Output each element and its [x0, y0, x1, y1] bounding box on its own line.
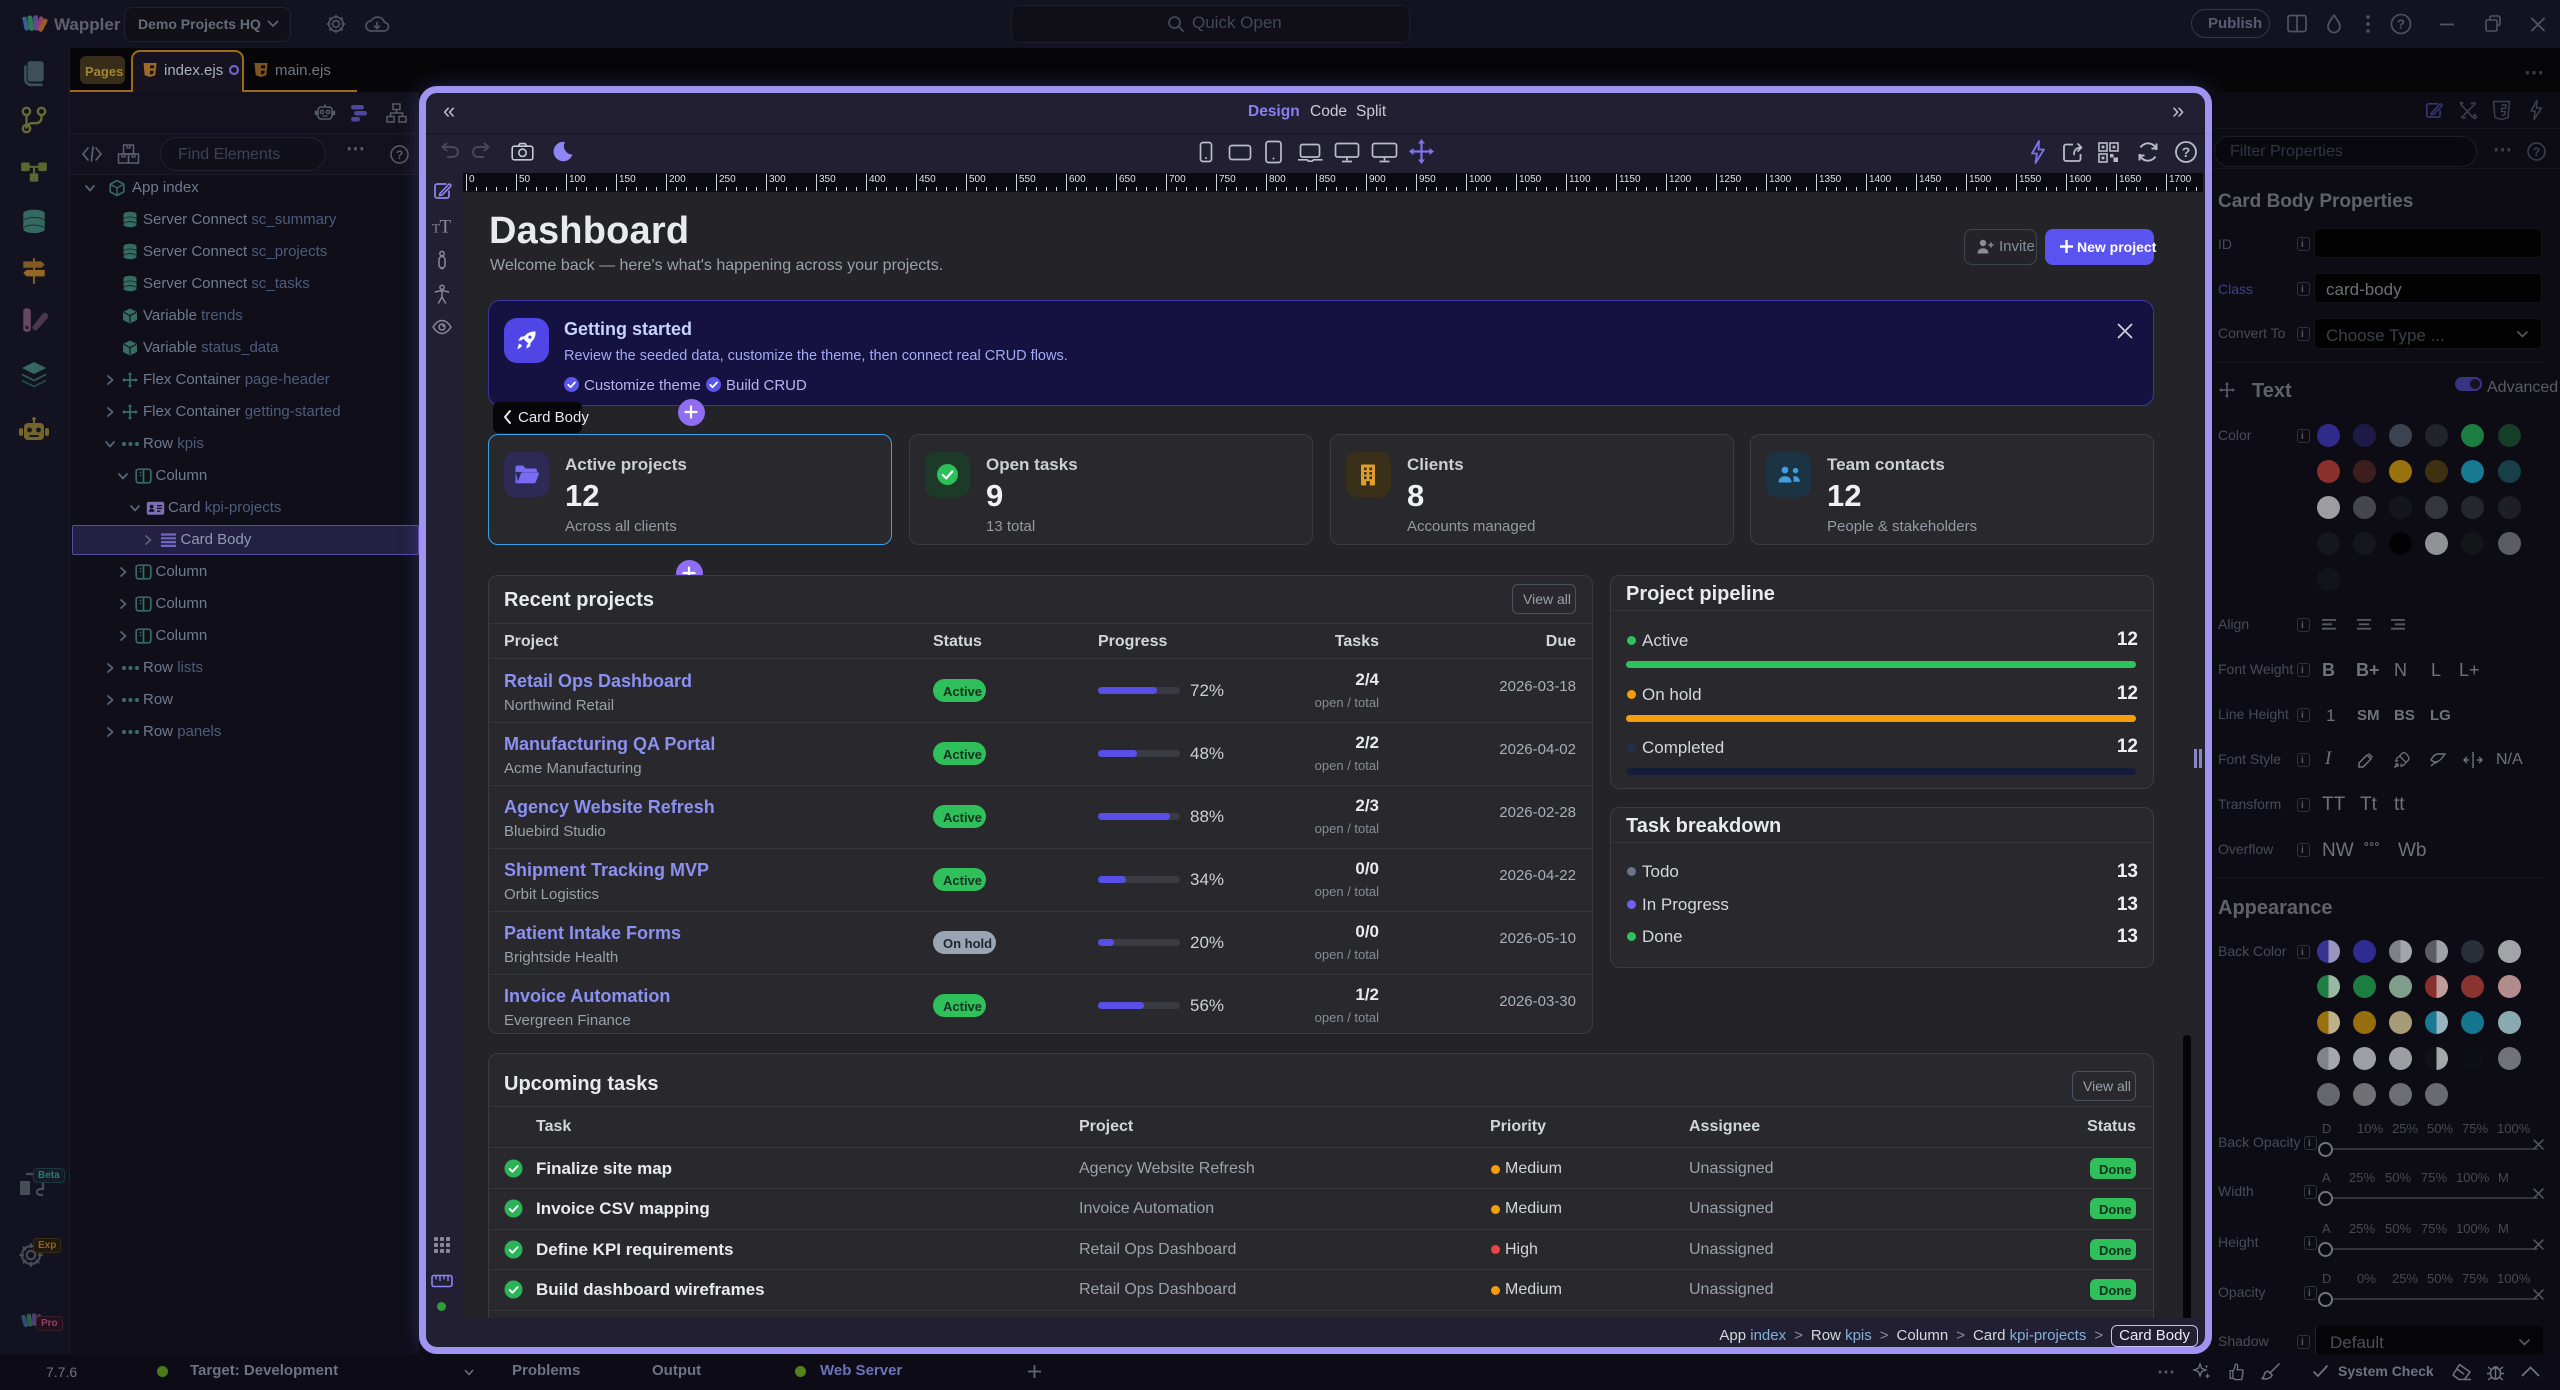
svg-text:?: ? — [396, 148, 403, 162]
svg-text:?: ? — [2182, 144, 2191, 160]
svg-text:T: T — [440, 217, 452, 236]
